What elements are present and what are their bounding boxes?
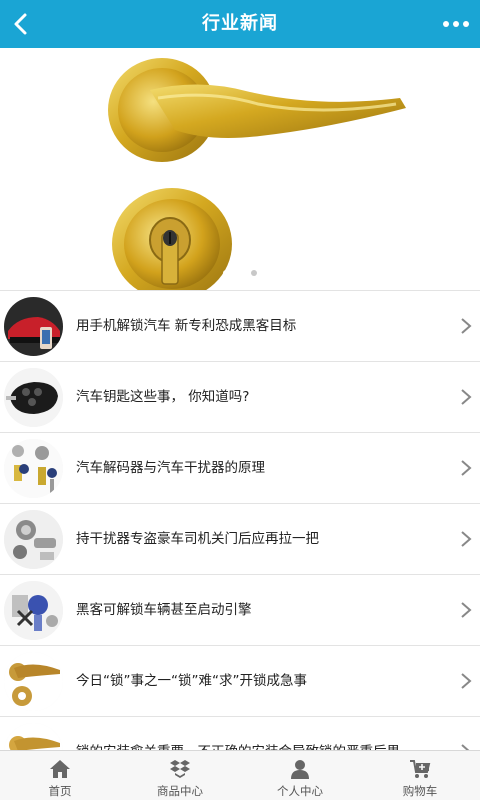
list-item[interactable]: 今日“锁”事之一“锁”难“求”开锁成急事 — [0, 646, 480, 717]
more-dots-icon[interactable] — [442, 14, 470, 34]
tab-label: 个人中心 — [277, 784, 323, 798]
door-lock-image — [100, 48, 420, 290]
tab-label: 购物车 — [402, 784, 438, 798]
tab-products[interactable]: 商品中心 — [120, 751, 240, 800]
dropbox-box-icon — [170, 760, 190, 778]
tab-cart[interactable]: 购物车 — [360, 751, 480, 800]
tab-label: 商品中心 — [157, 784, 203, 798]
tab-home[interactable]: 首页 — [0, 751, 120, 800]
list-item[interactable]: 汽车解码器与汽车干扰器的原理 — [0, 433, 480, 504]
tab-label: 首页 — [48, 784, 72, 798]
chevron-right-icon — [461, 460, 472, 476]
news-thumbnail — [4, 652, 63, 711]
chevron-right-icon — [461, 602, 472, 618]
tab-profile[interactable]: 个人中心 — [240, 751, 360, 800]
news-title: 锁的安装愈关重要，不正确的安装会导致锁的严重后果 — [76, 717, 440, 750]
news-thumbnail — [4, 581, 63, 640]
news-title: 汽车钥匙这些事， 你知道吗? — [76, 389, 250, 405]
list-item[interactable]: 黑客可解锁车辆甚至启动引擎 — [0, 575, 480, 646]
news-thumbnail — [4, 439, 63, 498]
chevron-right-icon — [461, 744, 470, 750]
news-title: 用手机解锁汽车 新专利恐成黑客目标 — [76, 318, 297, 334]
top-bar: 行业新闻 — [0, 0, 480, 48]
list-item[interactable]: 用手机解锁汽车 新专利恐成黑客目标 — [0, 291, 480, 362]
news-list: 用手机解锁汽车 新专利恐成黑客目标 汽车钥匙这些事， 你知道吗? 汽车解码器与汽… — [0, 290, 480, 750]
cart-icon — [410, 760, 431, 778]
news-thumbnail — [4, 297, 63, 356]
news-thumbnail — [4, 368, 63, 427]
news-title: 汽车解码器与汽车干扰器的原理 — [76, 460, 265, 476]
chevron-right-icon — [461, 531, 472, 547]
carousel-dot[interactable] — [223, 270, 229, 276]
chevron-right-icon — [461, 318, 472, 334]
chevron-right-icon — [461, 673, 472, 689]
list-item[interactable]: 锁的安装愈关重要，不正确的安装会导致锁的严重后果 — [0, 717, 480, 750]
user-icon — [291, 760, 309, 779]
page-title: 行业新闻 — [202, 13, 278, 34]
news-title: 今日“锁”事之一“锁”难“求”开锁成急事 — [76, 673, 307, 689]
news-thumbnail — [4, 510, 63, 569]
banner-carousel[interactable] — [0, 48, 480, 290]
news-title: 黑客可解锁车辆甚至启动引擎 — [76, 602, 252, 618]
chevron-right-icon — [461, 389, 472, 405]
home-icon — [50, 760, 70, 778]
carousel-dot[interactable] — [251, 270, 257, 276]
news-thumbnail — [4, 723, 63, 750]
bottom-tab-bar: 首页 商品中心 个人中心 购物车 — [0, 750, 480, 800]
list-item[interactable]: 汽车钥匙这些事， 你知道吗? — [0, 362, 480, 433]
list-item[interactable]: 持干扰器专盗豪车司机关门后应再拉一把 — [0, 504, 480, 575]
carousel-indicators — [0, 270, 480, 276]
news-title: 持干扰器专盗豪车司机关门后应再拉一把 — [76, 531, 319, 547]
